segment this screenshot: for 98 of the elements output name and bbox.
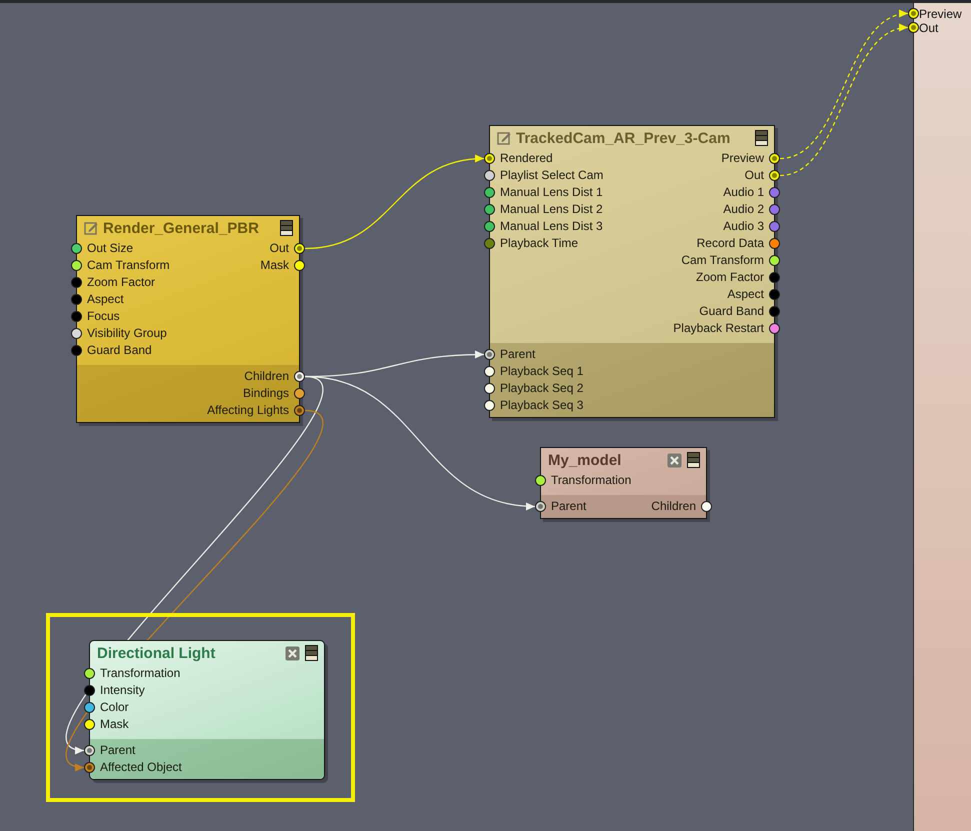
stack-icon[interactable] xyxy=(687,452,700,468)
port-dot[interactable] xyxy=(71,345,82,356)
port-dot[interactable] xyxy=(769,153,780,164)
port-label: Transformation xyxy=(100,666,180,680)
port-label: Parent xyxy=(500,347,536,361)
port-dot[interactable] xyxy=(769,306,780,317)
port-dot[interactable] xyxy=(484,238,495,249)
port-label: Preview xyxy=(919,7,962,21)
port-dot[interactable] xyxy=(769,323,780,334)
port-dot[interactable] xyxy=(769,170,780,181)
port-dot[interactable] xyxy=(71,294,82,305)
port-dot[interactable] xyxy=(484,400,495,411)
port-dot[interactable] xyxy=(535,475,546,486)
port-dot[interactable] xyxy=(84,762,95,773)
stack-icon[interactable] xyxy=(305,645,318,661)
port-label: Guard Band xyxy=(699,304,764,318)
edit-icon[interactable] xyxy=(497,131,511,145)
port-dot[interactable] xyxy=(71,260,82,271)
port-dot[interactable] xyxy=(84,745,95,756)
port-dot[interactable] xyxy=(769,289,780,300)
port-dot[interactable] xyxy=(294,243,305,254)
port-label: Playback Seq 1 xyxy=(500,364,584,378)
port-label: Visibility Group xyxy=(87,326,167,340)
port-label: Zoom Factor xyxy=(696,270,764,284)
port-label: Audio 2 xyxy=(723,202,764,216)
close-icon[interactable] xyxy=(667,452,682,468)
port-label: Zoom Factor xyxy=(87,275,156,289)
port-label: Rendered xyxy=(500,151,553,165)
port-label: Aspect xyxy=(727,287,764,301)
port-label: Transformation xyxy=(551,473,632,487)
port-dot[interactable] xyxy=(84,719,95,730)
port-label: Out xyxy=(744,168,764,182)
port-dot[interactable] xyxy=(294,371,305,382)
port-label: Manual Lens Dist 1 xyxy=(500,185,603,199)
node-title: TrackedCam_AR_Prev_3-Cam xyxy=(516,130,732,146)
edit-icon[interactable] xyxy=(84,221,98,235)
port-label: Affecting Lights xyxy=(207,403,289,417)
port-label: Aspect xyxy=(87,292,124,306)
port-dot[interactable] xyxy=(535,501,546,512)
port-dot[interactable] xyxy=(769,187,780,198)
port-label: Record Data xyxy=(696,236,764,250)
node-title: Render_General_PBR xyxy=(103,220,260,236)
port-dot[interactable] xyxy=(769,272,780,283)
port-label: Cam Transform xyxy=(87,258,170,272)
port-label: Guard Band xyxy=(87,343,152,357)
port-label: Children xyxy=(244,369,289,383)
port-label: Preview xyxy=(721,151,764,165)
port-label: Audio 1 xyxy=(723,185,764,199)
port-dot[interactable] xyxy=(84,668,95,679)
port-label: Parent xyxy=(100,743,136,757)
port-dot[interactable] xyxy=(84,702,95,713)
port-dot[interactable] xyxy=(294,405,305,416)
node-title: Directional Light xyxy=(97,644,216,662)
node-title: My_model xyxy=(548,452,622,468)
port-label: Playback Time xyxy=(500,236,578,250)
port-label: Playback Seq 2 xyxy=(500,381,584,395)
port-label: Parent xyxy=(551,499,586,513)
close-icon[interactable] xyxy=(285,646,300,660)
port-dot[interactable] xyxy=(71,328,82,339)
port-dot[interactable] xyxy=(484,349,495,360)
stack-icon[interactable] xyxy=(280,220,293,236)
port-dot[interactable] xyxy=(484,153,495,164)
port-dot[interactable] xyxy=(769,221,780,232)
port-dot[interactable] xyxy=(769,204,780,215)
port-dot[interactable] xyxy=(71,311,82,322)
port-label: Audio 3 xyxy=(723,219,764,233)
port-dot[interactable] xyxy=(71,277,82,288)
port-dot[interactable] xyxy=(84,685,95,696)
port-label: Children xyxy=(651,499,696,513)
port-dot[interactable] xyxy=(484,383,495,394)
port-label: Playlist Select Cam xyxy=(500,168,604,182)
port-label: Out xyxy=(919,21,938,35)
port-dot[interactable] xyxy=(701,501,712,512)
port-label: Manual Lens Dist 2 xyxy=(500,202,603,216)
port-dot[interactable] xyxy=(484,366,495,377)
port-label: Bindings xyxy=(242,386,289,400)
port-dot[interactable] xyxy=(484,221,495,232)
port-label: Cam Transform xyxy=(681,253,764,267)
port-dot[interactable] xyxy=(484,187,495,198)
port-dot[interactable] xyxy=(294,260,305,271)
port-dot[interactable] xyxy=(71,243,82,254)
port-dot[interactable] xyxy=(769,238,780,249)
port-label: Playback Restart xyxy=(673,321,764,335)
port-dot[interactable] xyxy=(769,255,780,266)
port-label: Out Size xyxy=(87,241,134,255)
port-dot[interactable] xyxy=(484,204,495,215)
port-label: Mask xyxy=(100,717,129,731)
port-label: Color xyxy=(100,700,129,714)
port-dot[interactable] xyxy=(484,170,495,181)
port-label: Focus xyxy=(87,309,120,323)
port-label: Intensity xyxy=(100,683,145,697)
stack-icon[interactable] xyxy=(755,130,768,146)
port-label: Playback Seq 3 xyxy=(500,398,584,412)
port-label: Affected Object xyxy=(100,760,182,774)
port-label: Mask xyxy=(260,258,289,272)
port-label: Out xyxy=(270,241,289,255)
port-label: Manual Lens Dist 3 xyxy=(500,219,603,233)
port-dot[interactable] xyxy=(294,388,305,399)
